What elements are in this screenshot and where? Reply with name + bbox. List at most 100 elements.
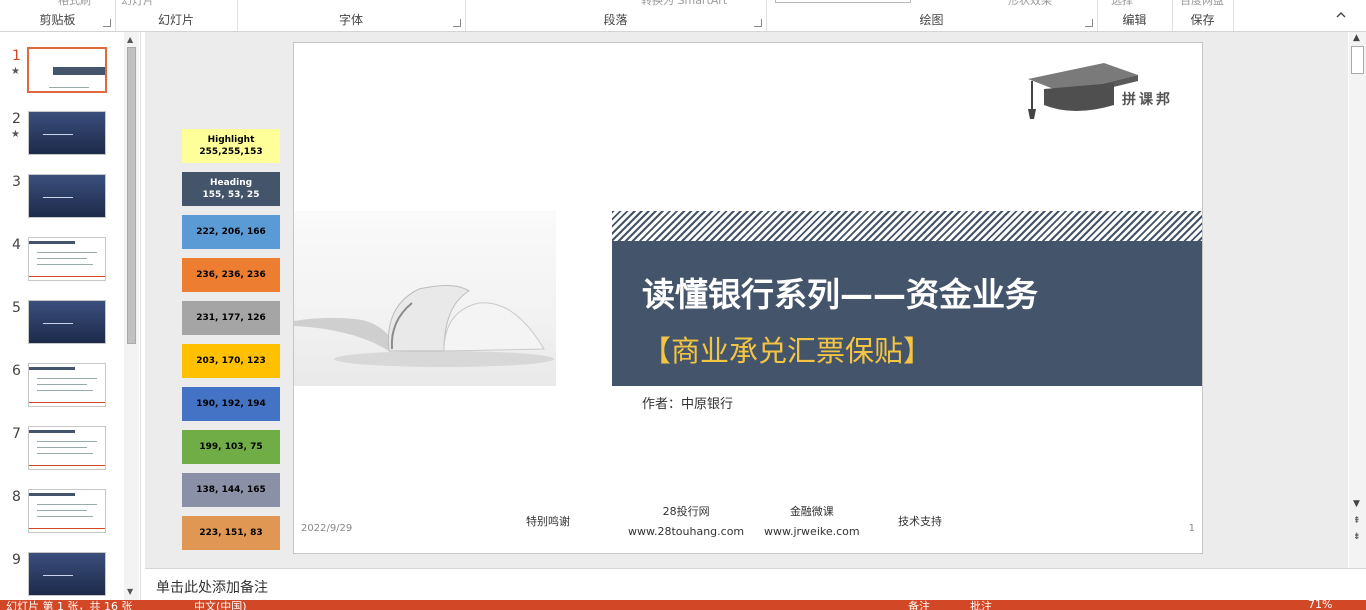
slide-canvas[interactable]: 拼课邦 读懂银行系列——资金业务 【商业承兑汇票保贴】 作者：中原银行 特别鸣谢…	[293, 42, 1203, 554]
slide-thumbnail-image[interactable]	[28, 300, 106, 344]
paragraph-launcher-icon[interactable]	[754, 19, 762, 27]
slide-thumbnail-image[interactable]	[28, 237, 106, 281]
ribbon-group-save: 百度网盘 保存	[1172, 0, 1234, 31]
convert-smartart-button[interactable]: 转换为 SmartArt	[641, 0, 727, 8]
scroll-up-icon[interactable]: ▲	[127, 35, 133, 44]
scroll-down-icon[interactable]: ▼	[127, 587, 133, 596]
color-swatch[interactable]: 231, 177, 126	[182, 301, 280, 335]
shape-gallery[interactable]	[775, 0, 911, 3]
slide-thumbnail[interactable]: 2 ★	[0, 111, 124, 161]
credit-label: 技术支持	[898, 515, 942, 528]
slide-thumbnail[interactable]: 9	[0, 552, 124, 602]
scroll-up-icon[interactable]: ▲	[1353, 33, 1360, 43]
comments-toggle-button[interactable]: 批注	[970, 600, 992, 610]
slide-number: 8	[12, 489, 21, 505]
select-button[interactable]: 选择	[1111, 0, 1133, 8]
notes-toggle-button[interactable]: 备注	[908, 600, 930, 610]
slide-number: 5	[12, 300, 21, 316]
credit-tech-support: 技术支持	[898, 513, 942, 529]
slide-thumbnail[interactable]: 4	[0, 237, 124, 287]
ribbon-group-label: 保存	[1190, 13, 1215, 27]
slide-date: 2022/9/29	[301, 523, 353, 534]
clipboard-launcher-icon[interactable]	[103, 19, 111, 27]
slide-thumbnail[interactable]: 7	[0, 426, 124, 476]
swatch-rgb-value: 190, 192, 194	[196, 399, 266, 409]
ribbon-group-font: 字体	[237, 0, 466, 31]
color-swatch[interactable]: 138, 144, 165	[182, 473, 280, 507]
title-banner: 读懂银行系列——资金业务 【商业承兑汇票保贴】	[612, 241, 1202, 386]
ribbon-group-clipboard: 格式刷 剪贴板	[0, 0, 116, 31]
color-swatch[interactable]: 190, 192, 194	[182, 387, 280, 421]
slide-thumbnail-image[interactable]	[28, 174, 106, 218]
color-swatch[interactable]: 199, 103, 75	[182, 430, 280, 464]
slide-subtitle[interactable]: 【商业承兑汇票保贴】	[642, 328, 932, 370]
slide-number: 6	[12, 363, 21, 379]
next-slide-icon[interactable]: ⇟	[1353, 532, 1361, 542]
credit-thanks: 特别鸣谢	[526, 513, 570, 529]
slide-number: 9	[12, 552, 21, 568]
ribbon-group-label: 段落	[603, 13, 628, 27]
format-painter-button[interactable]: 格式刷	[58, 0, 91, 8]
slide-thumbnail[interactable]: 5	[0, 300, 124, 350]
slide-thumbnail-image[interactable]	[28, 426, 106, 470]
swatch-rgb-value: 255,255,153	[199, 147, 263, 157]
credit-label: 金融微课	[789, 505, 834, 518]
hatch-stripe	[612, 211, 1202, 241]
slide-thumbnail-image[interactable]	[28, 489, 106, 533]
notes-pane[interactable]: 单击此处添加备注	[145, 568, 1366, 601]
baidu-netdisk-button[interactable]: 百度网盘	[1180, 0, 1224, 8]
color-swatch[interactable]: 203, 170, 123	[182, 344, 280, 378]
color-swatch[interactable]: Heading 155, 53, 25	[182, 172, 280, 206]
credit-url: www.jrweike.com	[764, 525, 860, 538]
slide-title[interactable]: 读懂银行系列——资金业务	[642, 268, 1038, 316]
collapse-ribbon-icon[interactable]	[1336, 10, 1346, 20]
ribbon-group-label: 编辑	[1122, 13, 1147, 27]
book-image	[294, 211, 556, 386]
previous-slide-icon[interactable]: ⇞	[1353, 516, 1361, 526]
new-slide-button[interactable]: 幻灯片	[121, 0, 154, 8]
language-status[interactable]: 中文(中国)	[194, 600, 247, 610]
swatch-name: Highlight	[207, 135, 255, 145]
slide-editor-area: Highlight 255,255,153 Heading 155, 53, 25 22…	[145, 32, 1348, 568]
animation-star-icon: ★	[11, 129, 20, 140]
credit-url: www.28touhang.com	[628, 525, 745, 538]
credit-label: 特别鸣谢	[526, 515, 570, 528]
slide-thumbnail-image[interactable]	[28, 111, 106, 155]
font-launcher-icon[interactable]	[453, 19, 461, 27]
shape-effects-button[interactable]: 形状效果	[1008, 0, 1052, 8]
slide-thumbnail-image[interactable]	[28, 363, 106, 407]
slide-number: 2	[12, 111, 21, 127]
color-swatch[interactable]: 223, 151, 83	[182, 516, 280, 550]
ribbon-group-label: 绘图	[919, 13, 944, 27]
slide-thumbnail[interactable]: 8	[0, 489, 124, 539]
editor-vertical-scrollbar[interactable]: ▲ ▼ ⇞ ⇟	[1349, 32, 1366, 568]
notes-placeholder[interactable]: 单击此处添加备注	[156, 577, 268, 597]
zoom-level[interactable]: 71%	[1308, 600, 1332, 610]
swatch-rgb-value: 203, 170, 123	[196, 356, 266, 366]
ribbon-group-label: 剪贴板	[39, 13, 76, 27]
slide-thumbnail[interactable]: 1 ★	[0, 47, 124, 98]
color-swatch[interactable]: 222, 206, 166	[182, 215, 280, 249]
scroll-down-icon[interactable]: ▼	[1353, 499, 1360, 509]
swatch-rgb-value: 222, 206, 166	[196, 227, 266, 237]
ribbon-group-label: 字体	[338, 13, 363, 27]
thumbnail-scrollbar[interactable]: ▲ ▼	[124, 32, 139, 600]
animation-star-icon: ★	[11, 66, 20, 77]
credit-label: 28投行网	[662, 505, 710, 518]
slide-thumbnail[interactable]: 3	[0, 174, 124, 224]
slide-thumbnail[interactable]: 6	[0, 363, 124, 413]
swatch-rgb-value: 199, 103, 75	[199, 442, 263, 452]
swatch-rgb-value: 231, 177, 126	[196, 313, 266, 323]
drawing-launcher-icon[interactable]	[1085, 19, 1093, 27]
slide-thumbnail-image[interactable]	[28, 552, 106, 596]
slide-thumbnail-image[interactable]	[27, 47, 107, 93]
scroll-thumb[interactable]	[1351, 46, 1364, 74]
scroll-thumb[interactable]	[127, 47, 136, 344]
ribbon-group-paragraph: 转换为 SmartArt 段落	[465, 0, 767, 31]
status-bar: 幻灯片 第 1 张，共 16 张 中文(中国) 备注 批注 71%	[0, 600, 1366, 610]
ribbon-group-label: 幻灯片	[157, 13, 194, 27]
credit-jrweike: 金融微课 www.jrweike.com	[764, 503, 860, 538]
author-text[interactable]: 作者：中原银行	[642, 393, 733, 412]
color-swatch[interactable]: Highlight 255,255,153	[182, 129, 280, 163]
color-swatch[interactable]: 236, 236, 236	[182, 258, 280, 292]
